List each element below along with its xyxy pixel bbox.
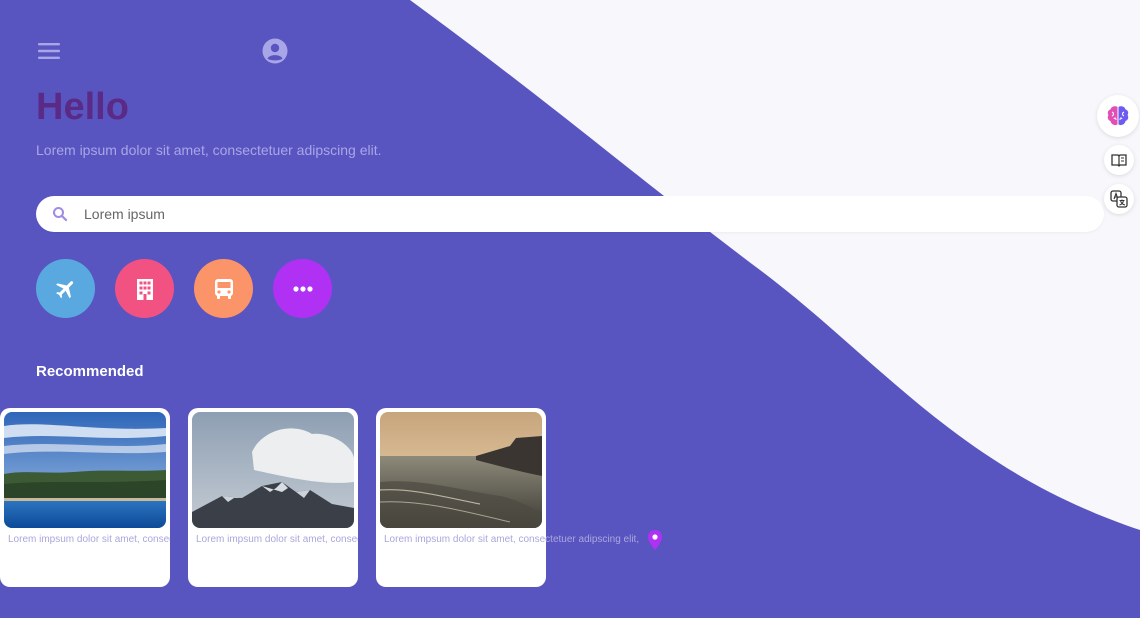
card-description: Lorem impsum dolor sit amet, consectetue…	[196, 534, 358, 545]
bus-icon	[214, 278, 233, 299]
airplane-icon	[55, 280, 73, 298]
account-circle-icon	[262, 38, 288, 64]
menu-button[interactable]	[36, 38, 62, 64]
account-button[interactable]	[262, 38, 288, 64]
lake-forest-photo	[4, 412, 166, 528]
translate-button[interactable]	[1104, 184, 1134, 214]
building-icon	[136, 278, 153, 300]
page-subtitle: Lorem ipsum dolor sit amet, consectetuer…	[36, 142, 382, 158]
recommended-card[interactable]: Lorem impsum dolor sit amet, consectetue…	[0, 408, 170, 587]
reader-button[interactable]	[1104, 145, 1134, 175]
search-bar[interactable]	[36, 196, 1104, 232]
menu-icon	[38, 43, 60, 59]
recommended-card[interactable]: Lorem impsum dolor sit amet, consectetue…	[376, 408, 639, 587]
recommended-heading: Recommended	[36, 363, 144, 380]
translate-icon	[1110, 190, 1128, 208]
recommended-card[interactable]: Lorem impsum dolor sit amet, consectetue…	[188, 408, 358, 587]
map-pin-icon[interactable]	[648, 530, 662, 550]
more-icon	[292, 285, 313, 292]
category-bus-button[interactable]	[194, 259, 253, 318]
category-hotels-button[interactable]	[115, 259, 174, 318]
category-more-button[interactable]	[273, 259, 332, 318]
search-icon	[53, 207, 68, 222]
search-input[interactable]	[82, 205, 1104, 223]
page-title: Hello	[36, 86, 129, 128]
card-description: Lorem impsum dolor sit amet, consectetue…	[384, 534, 640, 545]
book-icon	[1111, 154, 1127, 167]
ai-assistant-button[interactable]	[1097, 95, 1139, 137]
card-description: Lorem impsum dolor sit amet, consectetue…	[8, 534, 170, 545]
background-curve	[410, 0, 1140, 530]
category-flights-button[interactable]	[36, 259, 95, 318]
brain-icon	[1107, 106, 1129, 126]
snowy-mountain-photo	[192, 412, 354, 528]
beach-sunset-photo	[380, 412, 542, 528]
